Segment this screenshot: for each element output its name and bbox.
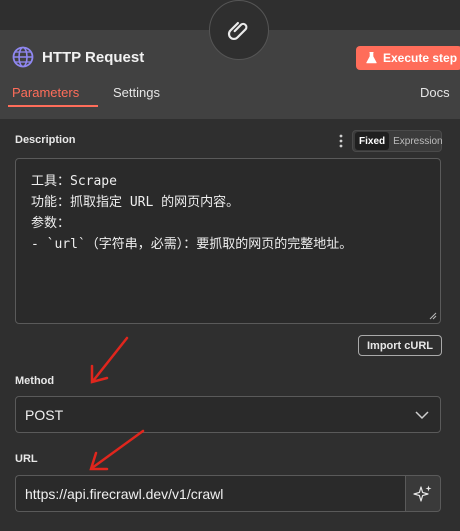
options-kebab-icon[interactable] bbox=[338, 134, 344, 148]
tab-bar: Parameters Settings Docs bbox=[0, 82, 460, 108]
method-value: POST bbox=[25, 406, 64, 423]
node-header: HTTP Request bbox=[12, 46, 144, 68]
ai-assist-button[interactable] bbox=[405, 475, 441, 512]
description-line: 参数： bbox=[31, 216, 71, 231]
url-value: https://api.firecrawl.dev/v1/crawl bbox=[25, 485, 224, 502]
description-label: Description bbox=[15, 134, 76, 146]
execute-step-button[interactable]: Execute step bbox=[356, 46, 460, 70]
description-textarea[interactable]: 工具：Scrape 功能：抓取指定 URL 的网页内容。 参数： - `url`（字符… bbox=[15, 158, 441, 324]
tab-parameters[interactable]: Parameters bbox=[12, 85, 79, 100]
resize-handle-icon[interactable] bbox=[429, 312, 437, 320]
node-title: HTTP Request bbox=[42, 48, 145, 66]
active-tab-indicator bbox=[8, 105, 98, 107]
tab-docs[interactable]: Docs bbox=[420, 85, 450, 100]
tab-settings[interactable]: Settings bbox=[113, 85, 160, 100]
sparkles-icon bbox=[413, 485, 432, 502]
description-line: 功能：抓取指定 URL 的网页内容。 bbox=[31, 195, 240, 210]
import-curl-button[interactable]: Import cURL bbox=[358, 335, 442, 356]
chevron-down-icon bbox=[415, 411, 429, 420]
flask-icon bbox=[366, 52, 377, 64]
node-badge bbox=[209, 0, 269, 60]
execute-step-label: Execute step bbox=[383, 51, 458, 65]
url-label: URL bbox=[15, 453, 38, 465]
paperclip-icon bbox=[227, 21, 248, 40]
description-line: 工具：Scrape bbox=[31, 174, 117, 189]
mode-fixed[interactable]: Fixed bbox=[355, 132, 390, 150]
url-input[interactable]: https://api.firecrawl.dev/v1/crawl bbox=[15, 475, 405, 512]
fixed-expression-toggle: Fixed Expression bbox=[352, 130, 443, 152]
method-select[interactable]: POST bbox=[15, 396, 441, 433]
description-line: - `url`（字符串，必需）：要抓取的网页的完整地址。 bbox=[31, 237, 353, 252]
method-label: Method bbox=[15, 375, 55, 387]
mode-expression[interactable]: Expression bbox=[389, 132, 446, 150]
globe-icon bbox=[12, 46, 34, 68]
